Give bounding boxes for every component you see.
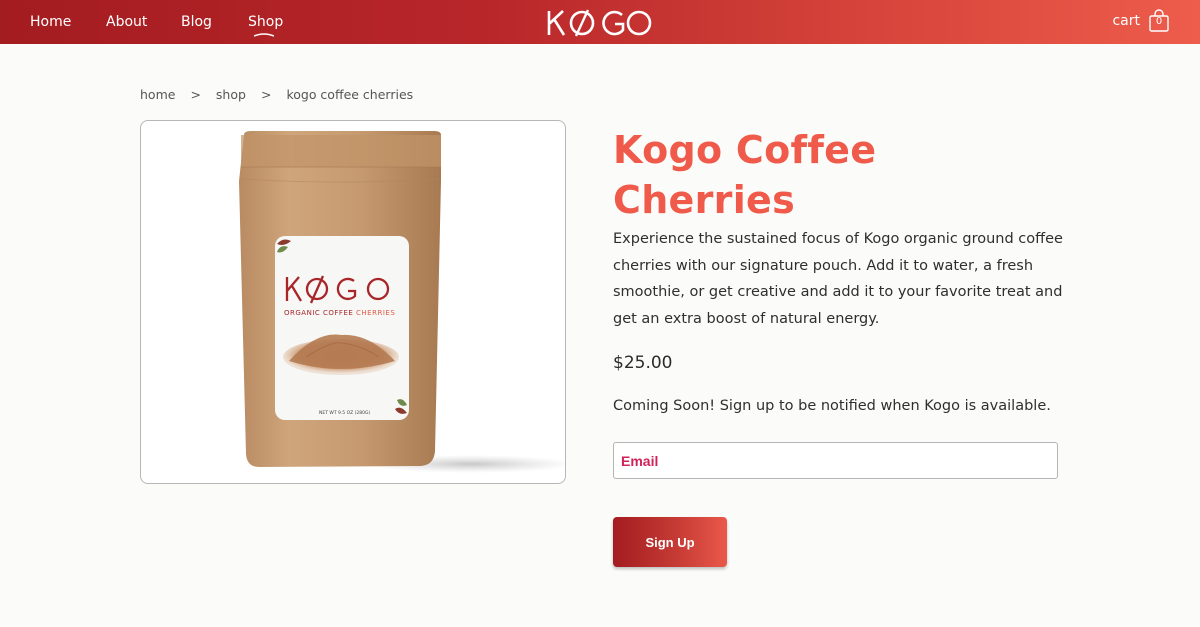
site-header: Home About Blog Shop cart 0 bbox=[0, 0, 1200, 44]
sign-up-button[interactable]: Sign Up bbox=[613, 517, 727, 567]
breadcrumb-separator: > bbox=[190, 87, 201, 102]
active-nav-indicator bbox=[254, 33, 274, 37]
nav-about-link[interactable]: About bbox=[106, 14, 147, 30]
nav-blog-link[interactable]: Blog bbox=[181, 14, 212, 30]
availability-note: Coming Soon! Sign up to be notified when… bbox=[613, 398, 1051, 414]
breadcrumb-shop-link[interactable]: shop bbox=[216, 87, 246, 102]
breadcrumb: home > shop > kogo coffee cherries bbox=[140, 87, 413, 102]
label-subtitle: ORGANIC COFFEE CHERRIES bbox=[284, 309, 395, 317]
shopping-bag-icon: 0 bbox=[1148, 9, 1170, 33]
label-weight: NET WT 9.5 OZ (280G) bbox=[319, 410, 370, 416]
product-price: $25.00 bbox=[613, 353, 673, 373]
product-description: Experience the sustained focus of Kogo o… bbox=[613, 231, 1063, 327]
email-input[interactable] bbox=[613, 442, 1058, 479]
breadcrumb-separator: > bbox=[260, 87, 272, 102]
cart-count: 0 bbox=[1155, 16, 1163, 27]
product-image: ORGANIC COFFEE CHERRIES NET WT 9.5 OZ (2… bbox=[140, 120, 566, 484]
cart-link[interactable]: cart 0 bbox=[1112, 9, 1170, 33]
cart-label: cart bbox=[1112, 13, 1140, 29]
site-logo[interactable] bbox=[546, 6, 652, 40]
kogo-logo-mark bbox=[547, 9, 652, 37]
nav-home-link[interactable]: Home bbox=[30, 14, 71, 30]
coffee-pouch-illustration: ORGANIC COFFEE CHERRIES NET WT 9.5 OZ (2… bbox=[239, 131, 565, 473]
breadcrumb-current: kogo coffee cherries bbox=[286, 87, 414, 102]
product-title: Kogo Coffee Cherries bbox=[613, 128, 877, 222]
nav-shop-link[interactable]: Shop bbox=[248, 14, 283, 30]
breadcrumb-home-link[interactable]: home bbox=[140, 87, 175, 102]
